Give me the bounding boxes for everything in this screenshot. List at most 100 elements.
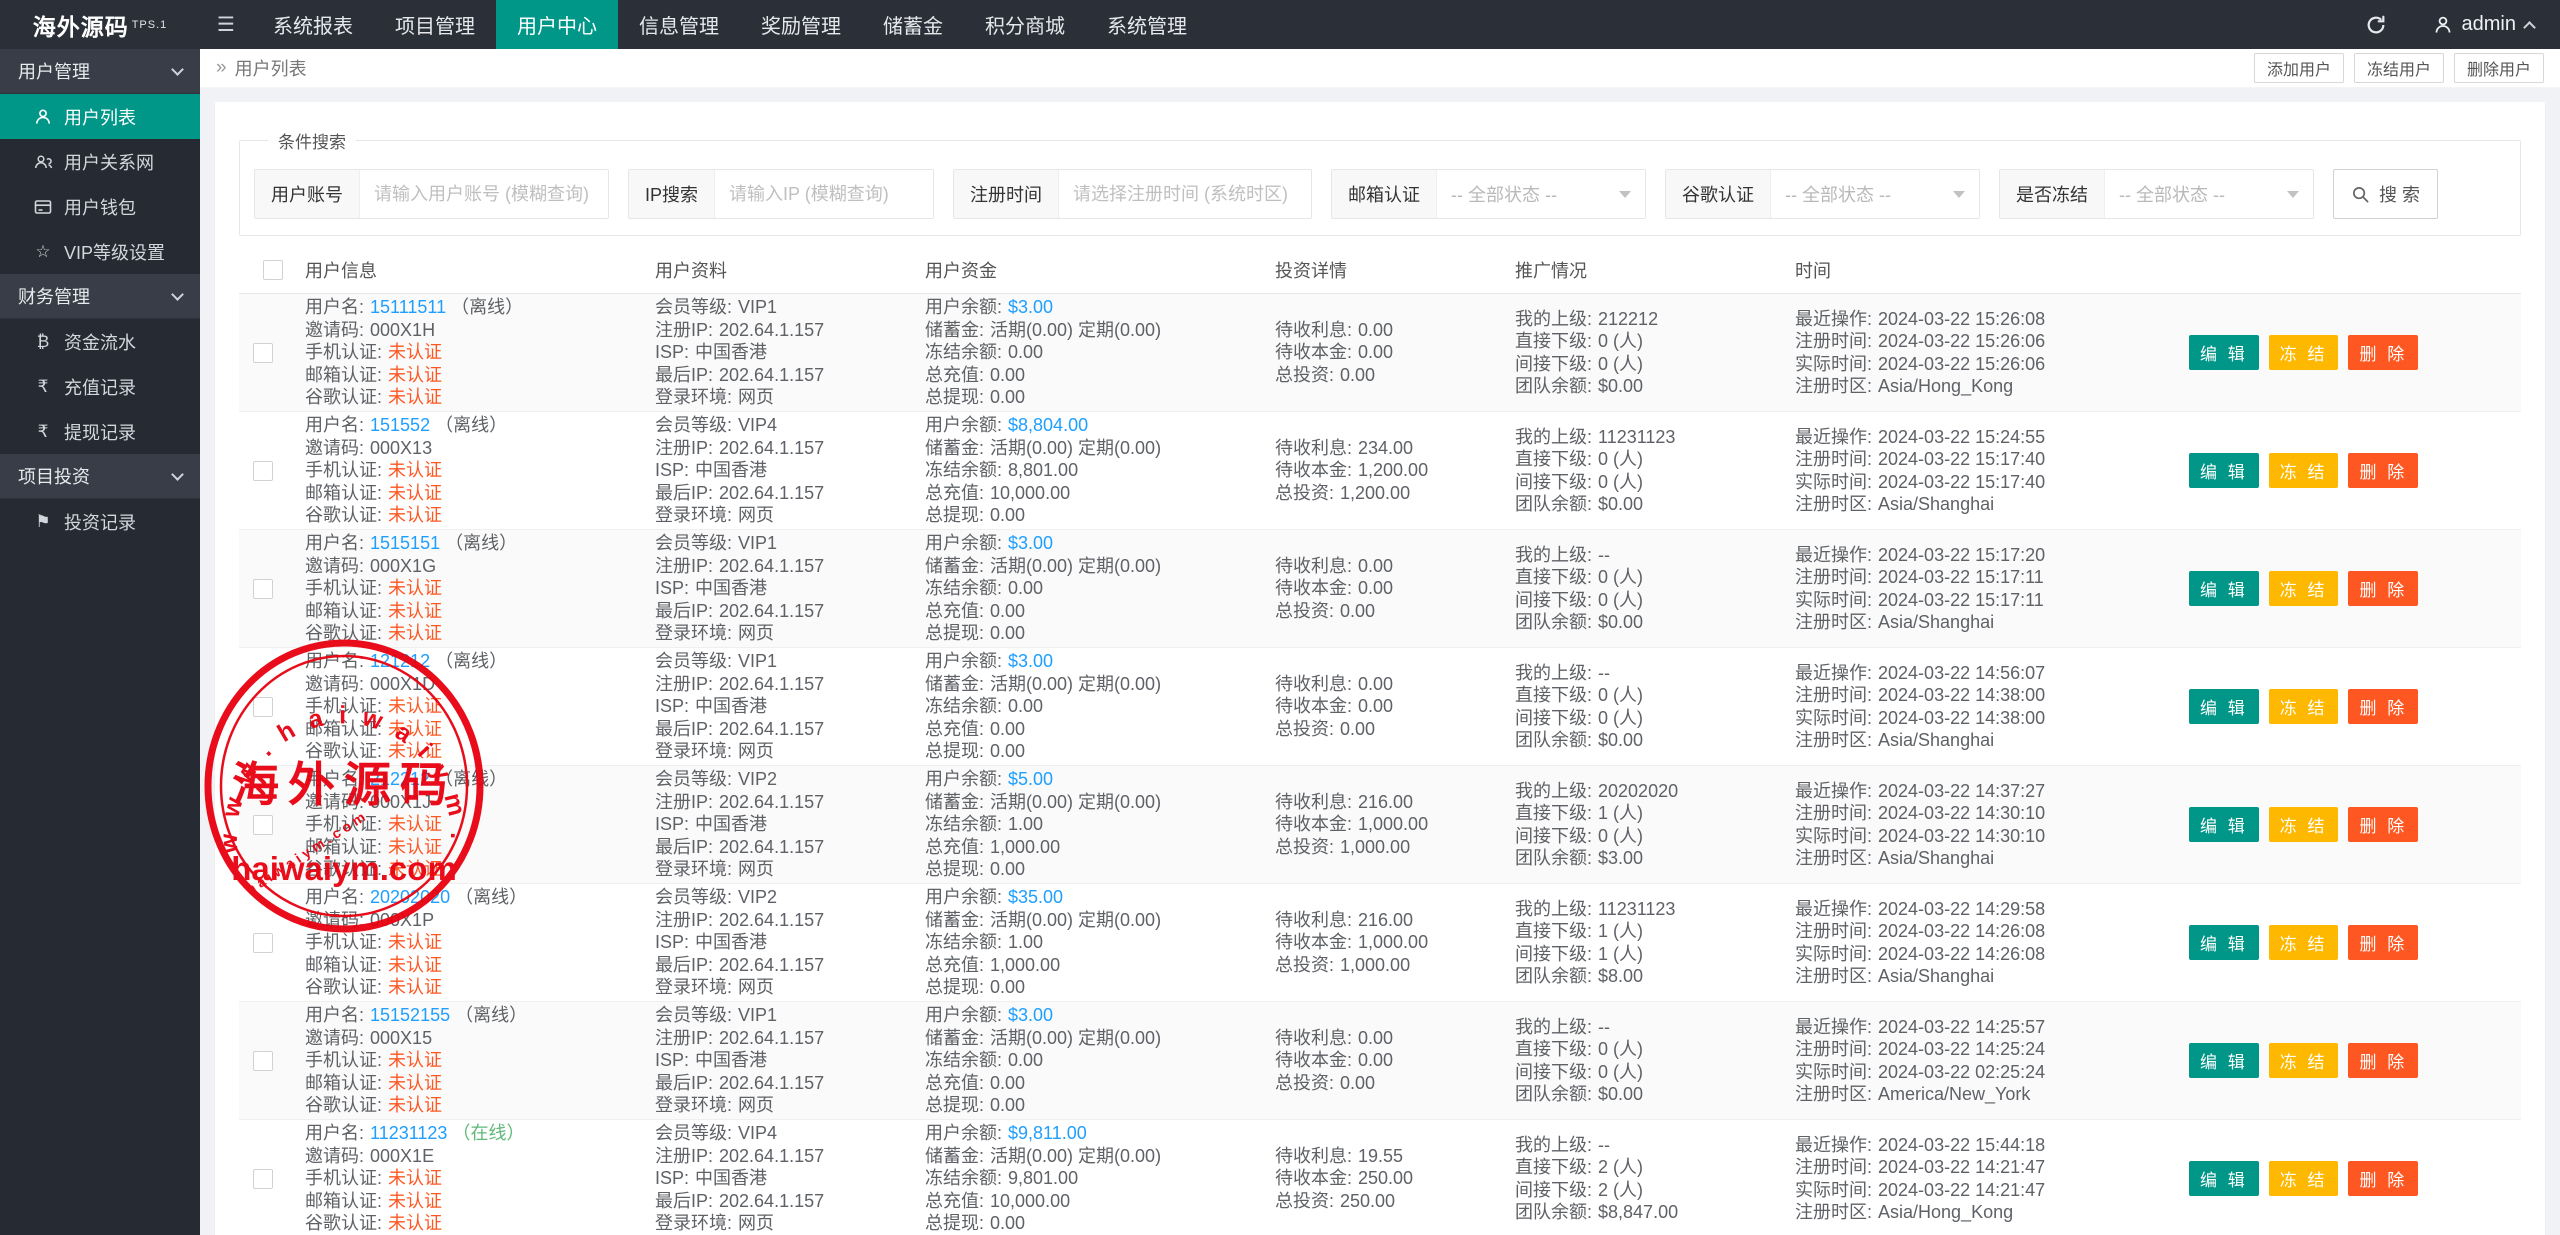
edit-button[interactable]: 编 辑 xyxy=(2189,453,2259,488)
field-tz: 注册时区:Asia/Shanghai xyxy=(1795,847,2165,869)
search-input-1[interactable] xyxy=(360,170,608,218)
search-select-5[interactable]: -- 全部状态 -- xyxy=(1771,170,1979,218)
column-header-2: 用户资料 xyxy=(645,257,915,283)
sidebar-item-bitcoin-资金流水[interactable]: ₿资金流水 xyxy=(0,319,200,364)
username-link[interactable]: 1515151 xyxy=(370,533,440,553)
username-link[interactable]: 212212 xyxy=(370,769,430,789)
row-checkbox[interactable] xyxy=(253,461,273,481)
field-value: 2024-03-22 14:37:27 xyxy=(1878,781,2045,801)
freeze-button[interactable]: 冻 结 xyxy=(2269,453,2339,488)
delete-button[interactable]: 删 除 xyxy=(2348,925,2418,960)
row-checkbox[interactable] xyxy=(253,343,273,363)
admin-username: admin xyxy=(2462,13,2516,36)
sidebar-item-flag-投资记录[interactable]: ⚑投资记录 xyxy=(0,499,200,544)
field-label: 待收本金: xyxy=(1275,342,1352,362)
delete-button[interactable]: 删 除 xyxy=(2348,689,2418,724)
field-frozen: 冻结余额:1.00 xyxy=(925,931,1255,953)
field-label: 用户余额: xyxy=(925,297,1002,317)
field-label: 团队余额: xyxy=(1515,848,1592,868)
refresh-icon[interactable] xyxy=(2365,14,2387,36)
username-link[interactable]: 15152155 xyxy=(370,1005,450,1025)
nav-item-3[interactable]: 用户中心 xyxy=(496,0,618,49)
username-link[interactable]: 15111511 xyxy=(370,297,446,317)
field-env: 登录环境:网页 xyxy=(655,740,905,762)
field-value: 网页 xyxy=(738,741,774,761)
nav-item-4[interactable]: 信息管理 xyxy=(618,0,740,49)
delete-button[interactable]: 删 除 xyxy=(2348,335,2418,370)
nav-item-1[interactable]: 系统报表 xyxy=(252,0,374,49)
row-actions-cell: 编 辑冻 结删 除 xyxy=(2175,1161,2521,1196)
freeze-button[interactable]: 冻 结 xyxy=(2269,335,2339,370)
username-link[interactable]: 20202020 xyxy=(370,887,450,907)
sidebar-group-1[interactable]: 用户管理 xyxy=(0,49,200,94)
username-link[interactable]: 11231123 xyxy=(370,1123,447,1143)
nav-item-7[interactable]: 积分商城 xyxy=(964,0,1086,49)
freeze-button[interactable]: 冻 结 xyxy=(2269,807,2339,842)
nav-item-8[interactable]: 系统管理 xyxy=(1086,0,1208,49)
field-value: $3.00 xyxy=(1008,1005,1053,1025)
row-checkbox[interactable] xyxy=(253,579,273,599)
username-link[interactable]: 121212 xyxy=(370,651,430,671)
select-all-checkbox[interactable] xyxy=(263,260,283,280)
delete-user-button[interactable]: 删除用户 xyxy=(2454,53,2544,83)
field-principal: 待收本金:0.00 xyxy=(1275,1049,1495,1071)
search-select-4[interactable]: -- 全部状态 -- xyxy=(1437,170,1645,218)
row-checkbox[interactable] xyxy=(253,697,273,717)
freeze-button[interactable]: 冻 结 xyxy=(2269,1161,2339,1196)
freeze-user-button[interactable]: 冻结用户 xyxy=(2354,53,2444,83)
row-checkbox[interactable] xyxy=(253,1051,273,1071)
sidebar-item-users-用户关系网[interactable]: 用户关系网 xyxy=(0,139,200,184)
edit-button[interactable]: 编 辑 xyxy=(2189,807,2259,842)
nav-item-6[interactable]: 储蓄金 xyxy=(862,0,964,49)
edit-button[interactable]: 编 辑 xyxy=(2189,1043,2259,1078)
field-label: 直接下级: xyxy=(1515,331,1592,351)
row-checkbox[interactable] xyxy=(253,1169,273,1189)
username-link[interactable]: 151552 xyxy=(370,415,430,435)
delete-button[interactable]: 删 除 xyxy=(2348,1161,2418,1196)
search-input-2[interactable] xyxy=(715,170,933,218)
sidebar-item-star-VIP等级设置[interactable]: ☆VIP等级设置 xyxy=(0,229,200,274)
nav-item-5[interactable]: 奖励管理 xyxy=(740,0,862,49)
field-label: 团队余额: xyxy=(1515,966,1592,986)
field-label: 总投资: xyxy=(1275,483,1334,503)
sidebar-item-user-用户列表[interactable]: 用户列表 xyxy=(0,94,200,139)
field-savings: 储蓄金:活期(0.00) 定期(0.00) xyxy=(925,1145,1255,1167)
delete-button[interactable]: 删 除 xyxy=(2348,807,2418,842)
field-username: 用户名:20202020 （离线） xyxy=(305,886,635,908)
field-label: 间接下级: xyxy=(1515,1062,1592,1082)
freeze-button[interactable]: 冻 结 xyxy=(2269,925,2339,960)
row-checkbox-cell xyxy=(239,1169,295,1189)
sidebar-item-wallet-用户钱包[interactable]: 用户钱包 xyxy=(0,184,200,229)
admin-menu[interactable]: admin xyxy=(2433,13,2534,36)
delete-button[interactable]: 删 除 xyxy=(2348,453,2418,488)
search-select-6[interactable]: -- 全部状态 -- xyxy=(2105,170,2313,218)
field-label: 邮箱认证: xyxy=(305,483,382,503)
delete-button[interactable]: 删 除 xyxy=(2348,1043,2418,1078)
freeze-button[interactable]: 冻 结 xyxy=(2269,571,2339,606)
field-label: 登录环境: xyxy=(655,1095,732,1115)
edit-button[interactable]: 编 辑 xyxy=(2189,571,2259,606)
delete-button[interactable]: 删 除 xyxy=(2348,571,2418,606)
field-reg: 注册时间:2024-03-22 14:25:24 xyxy=(1795,1038,2165,1060)
freeze-button[interactable]: 冻 结 xyxy=(2269,1043,2339,1078)
sidebar-group-3[interactable]: 项目投资 xyxy=(0,454,200,499)
edit-button[interactable]: 编 辑 xyxy=(2189,689,2259,724)
search-input-3[interactable] xyxy=(1059,170,1311,218)
row-checkbox[interactable] xyxy=(253,933,273,953)
row-checkbox[interactable] xyxy=(253,815,273,835)
freeze-button[interactable]: 冻 结 xyxy=(2269,689,2339,724)
sidebar-group-2[interactable]: 财务管理 xyxy=(0,274,200,319)
search-button[interactable]: 搜 索 xyxy=(2333,169,2438,219)
field-team: 团队余额:$0.00 xyxy=(1515,611,1775,633)
field-email: 邮箱认证:未认证 xyxy=(305,954,635,976)
field-value: 0.00 xyxy=(1340,365,1375,385)
edit-button[interactable]: 编 辑 xyxy=(2189,1161,2259,1196)
nav-item-2[interactable]: 项目管理 xyxy=(374,0,496,49)
field-value: 202.64.1.157 xyxy=(719,556,824,576)
add-user-button[interactable]: 添加用户 xyxy=(2254,53,2344,83)
sidebar-item-rupee-充值记录[interactable]: ₹充值记录 xyxy=(0,364,200,409)
sidebar-item-rupee-提现记录[interactable]: ₹提现记录 xyxy=(0,409,200,454)
edit-button[interactable]: 编 辑 xyxy=(2189,335,2259,370)
menu-collapse-icon[interactable]: ☰ xyxy=(200,0,252,49)
edit-button[interactable]: 编 辑 xyxy=(2189,925,2259,960)
